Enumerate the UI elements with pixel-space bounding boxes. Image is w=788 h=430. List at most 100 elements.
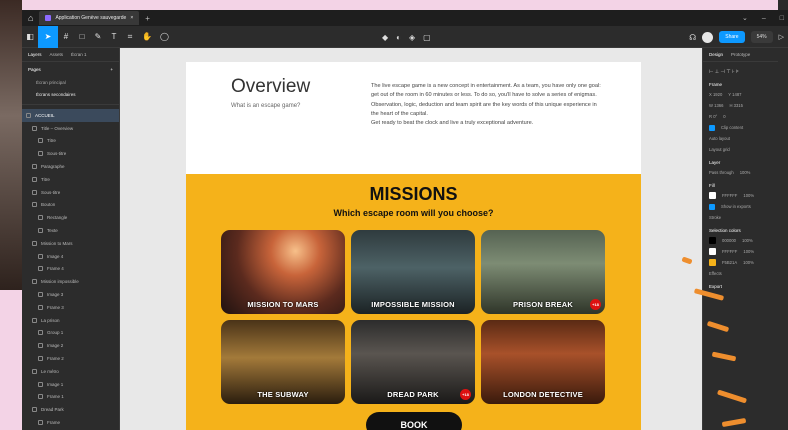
mission-card[interactable]: THE SUBWAY bbox=[221, 320, 345, 404]
chevron-down-icon[interactable]: ⌄ bbox=[742, 14, 748, 22]
minimize-icon[interactable]: – bbox=[762, 15, 766, 22]
zoom-dropdown[interactable]: 54% bbox=[750, 31, 773, 43]
layer-row[interactable]: Paragraphe bbox=[22, 160, 119, 173]
selection-color-row[interactable]: F5B21A 100% bbox=[703, 257, 778, 268]
position-row[interactable]: X 1920 Y 1487 bbox=[703, 89, 778, 100]
blend-row[interactable]: Pass through 100% bbox=[703, 167, 778, 178]
layer-row[interactable]: Frame 3 bbox=[22, 301, 119, 314]
rotation-row[interactable]: R 0° 0 bbox=[703, 111, 778, 122]
layer-row[interactable]: Group 1 bbox=[22, 327, 119, 340]
headphones-icon[interactable]: ☊ bbox=[689, 33, 696, 42]
layer-row[interactable]: Rectangle bbox=[22, 211, 119, 224]
layer-row[interactable]: Image 4 bbox=[22, 250, 119, 263]
layer-row[interactable]: Titre bbox=[22, 173, 119, 186]
layer-row[interactable]: Frame 1 bbox=[22, 391, 119, 404]
boolean-icon[interactable]: ◈ bbox=[409, 33, 415, 42]
fill-swatch[interactable] bbox=[709, 192, 716, 199]
clip-content-row[interactable]: Clip content bbox=[703, 122, 778, 133]
mask-icon[interactable]: ◐ bbox=[396, 33, 401, 42]
component-icon[interactable]: ◆ bbox=[382, 33, 388, 42]
rotation-field[interactable]: R 0° bbox=[709, 114, 717, 119]
pen-tool-icon[interactable]: ✎ bbox=[90, 26, 106, 48]
layer-row[interactable]: Sous-titre bbox=[22, 147, 119, 160]
color-swatch[interactable] bbox=[709, 259, 716, 266]
auto-layout-row[interactable]: Auto layout bbox=[703, 133, 778, 144]
layer-row[interactable]: Texte bbox=[22, 224, 119, 237]
resources-icon[interactable]: ⌗ bbox=[122, 26, 138, 48]
layer-row[interactable]: ACCUEIL bbox=[22, 109, 119, 122]
mission-card[interactable]: PRISON BREAK +18 bbox=[481, 230, 605, 314]
hand-tool-icon[interactable]: ✋ bbox=[138, 26, 156, 48]
layer-row[interactable]: Le métro bbox=[22, 365, 119, 378]
layer-row[interactable]: Bouton bbox=[22, 199, 119, 212]
selection-color-row[interactable]: 000000 100% bbox=[703, 235, 778, 246]
maximize-icon[interactable]: □ bbox=[780, 15, 784, 22]
tab-design[interactable]: Design bbox=[709, 52, 723, 57]
layer-row[interactable]: Image 1 bbox=[22, 378, 119, 391]
comment-tool-icon[interactable]: ◯ bbox=[156, 26, 173, 48]
fill-opacity[interactable]: 100% bbox=[743, 193, 754, 198]
selection-color-row[interactable]: FFFFFF 100% bbox=[703, 246, 778, 257]
tab-assets[interactable]: Assets bbox=[50, 52, 64, 57]
layer-row[interactable]: Frame 2 bbox=[22, 352, 119, 365]
layout-grid-row[interactable]: Layout grid bbox=[703, 144, 778, 155]
crop-icon[interactable]: ▢ bbox=[423, 33, 431, 42]
color-hex[interactable]: F5B21A bbox=[722, 260, 737, 265]
x-field[interactable]: X 1920 bbox=[709, 92, 722, 97]
text-tool-icon[interactable]: T bbox=[106, 26, 122, 48]
present-icon[interactable]: ▷ bbox=[779, 33, 784, 41]
y-field[interactable]: Y 1487 bbox=[728, 92, 741, 97]
layer-row[interactable]: Mission to Mars bbox=[22, 237, 119, 250]
page-frame[interactable]: Overview What is an escape game? The liv… bbox=[186, 62, 641, 430]
color-hex[interactable]: 000000 bbox=[722, 238, 736, 243]
avatar[interactable] bbox=[702, 31, 714, 43]
tab-layers[interactable]: Layers bbox=[28, 52, 42, 57]
tab-page[interactable]: Écran 1 bbox=[71, 52, 87, 57]
clip-checkbox[interactable] bbox=[709, 124, 715, 131]
shape-tool-icon[interactable]: □ bbox=[74, 26, 90, 48]
w-field[interactable]: W 1366 bbox=[709, 103, 723, 108]
mission-card[interactable]: IMPOSSIBLE MISSION bbox=[351, 230, 475, 314]
layer-row[interactable]: La prison bbox=[22, 314, 119, 327]
align-tools[interactable]: ⊢ ⊥ ⊣ ⊤ ⊦ ⊧ bbox=[703, 66, 778, 77]
add-page-icon[interactable]: + bbox=[110, 67, 113, 72]
color-opacity[interactable]: 100% bbox=[743, 249, 754, 254]
page-item[interactable]: Écran principal bbox=[22, 76, 119, 88]
tab-prototype[interactable]: Prototype bbox=[731, 52, 750, 57]
page-item-current[interactable]: Écrans secondaires bbox=[22, 88, 119, 100]
home-icon[interactable]: ⌂ bbox=[28, 13, 33, 23]
main-menu-icon[interactable]: ◧ bbox=[22, 26, 38, 48]
mission-card[interactable]: LONDON DETECTIVE bbox=[481, 320, 605, 404]
fill-row[interactable]: FFFFFF 100% bbox=[703, 190, 778, 201]
frame-tool-icon[interactable]: # bbox=[58, 26, 74, 48]
layer-row[interactable]: Image 3 bbox=[22, 288, 119, 301]
color-opacity[interactable]: 100% bbox=[743, 260, 754, 265]
size-row[interactable]: W 1366 H 3315 bbox=[703, 100, 778, 111]
mission-card[interactable]: DREAD PARK +18 bbox=[351, 320, 475, 404]
show-exports-row[interactable]: Show in exports bbox=[703, 201, 778, 212]
stroke-row[interactable]: Stroke bbox=[703, 212, 778, 223]
exports-checkbox[interactable] bbox=[709, 203, 715, 210]
file-tab[interactable]: Application Genève sauvegarde × bbox=[39, 11, 140, 25]
color-hex[interactable]: FFFFFF bbox=[722, 249, 737, 254]
layer-row[interactable]: Mission impossible bbox=[22, 275, 119, 288]
move-tool-icon[interactable]: ➤ bbox=[38, 25, 58, 48]
share-button[interactable]: Share bbox=[719, 31, 745, 43]
layer-row[interactable]: Image 2 bbox=[22, 339, 119, 352]
fill-hex[interactable]: FFFFFF bbox=[722, 193, 737, 198]
canvas[interactable]: Overview What is an escape game? The liv… bbox=[120, 48, 702, 430]
layer-row[interactable]: Dread Park bbox=[22, 403, 119, 416]
layer-row[interactable]: Sous-titre bbox=[22, 186, 119, 199]
h-field[interactable]: H 3315 bbox=[729, 103, 743, 108]
opacity-field[interactable]: 100% bbox=[740, 170, 751, 175]
effects-row[interactable]: Effects bbox=[703, 268, 778, 279]
color-swatch[interactable] bbox=[709, 248, 716, 255]
layer-row[interactable]: Frame 4 bbox=[22, 263, 119, 276]
book-button[interactable]: BOOK bbox=[366, 412, 462, 430]
blend-mode[interactable]: Pass through bbox=[709, 170, 734, 175]
close-tab-icon[interactable]: × bbox=[130, 15, 133, 21]
color-opacity[interactable]: 100% bbox=[742, 238, 753, 243]
color-swatch[interactable] bbox=[709, 237, 716, 244]
layer-row[interactable]: Frame bbox=[22, 416, 119, 429]
mission-card[interactable]: MISSION TO MARS bbox=[221, 230, 345, 314]
